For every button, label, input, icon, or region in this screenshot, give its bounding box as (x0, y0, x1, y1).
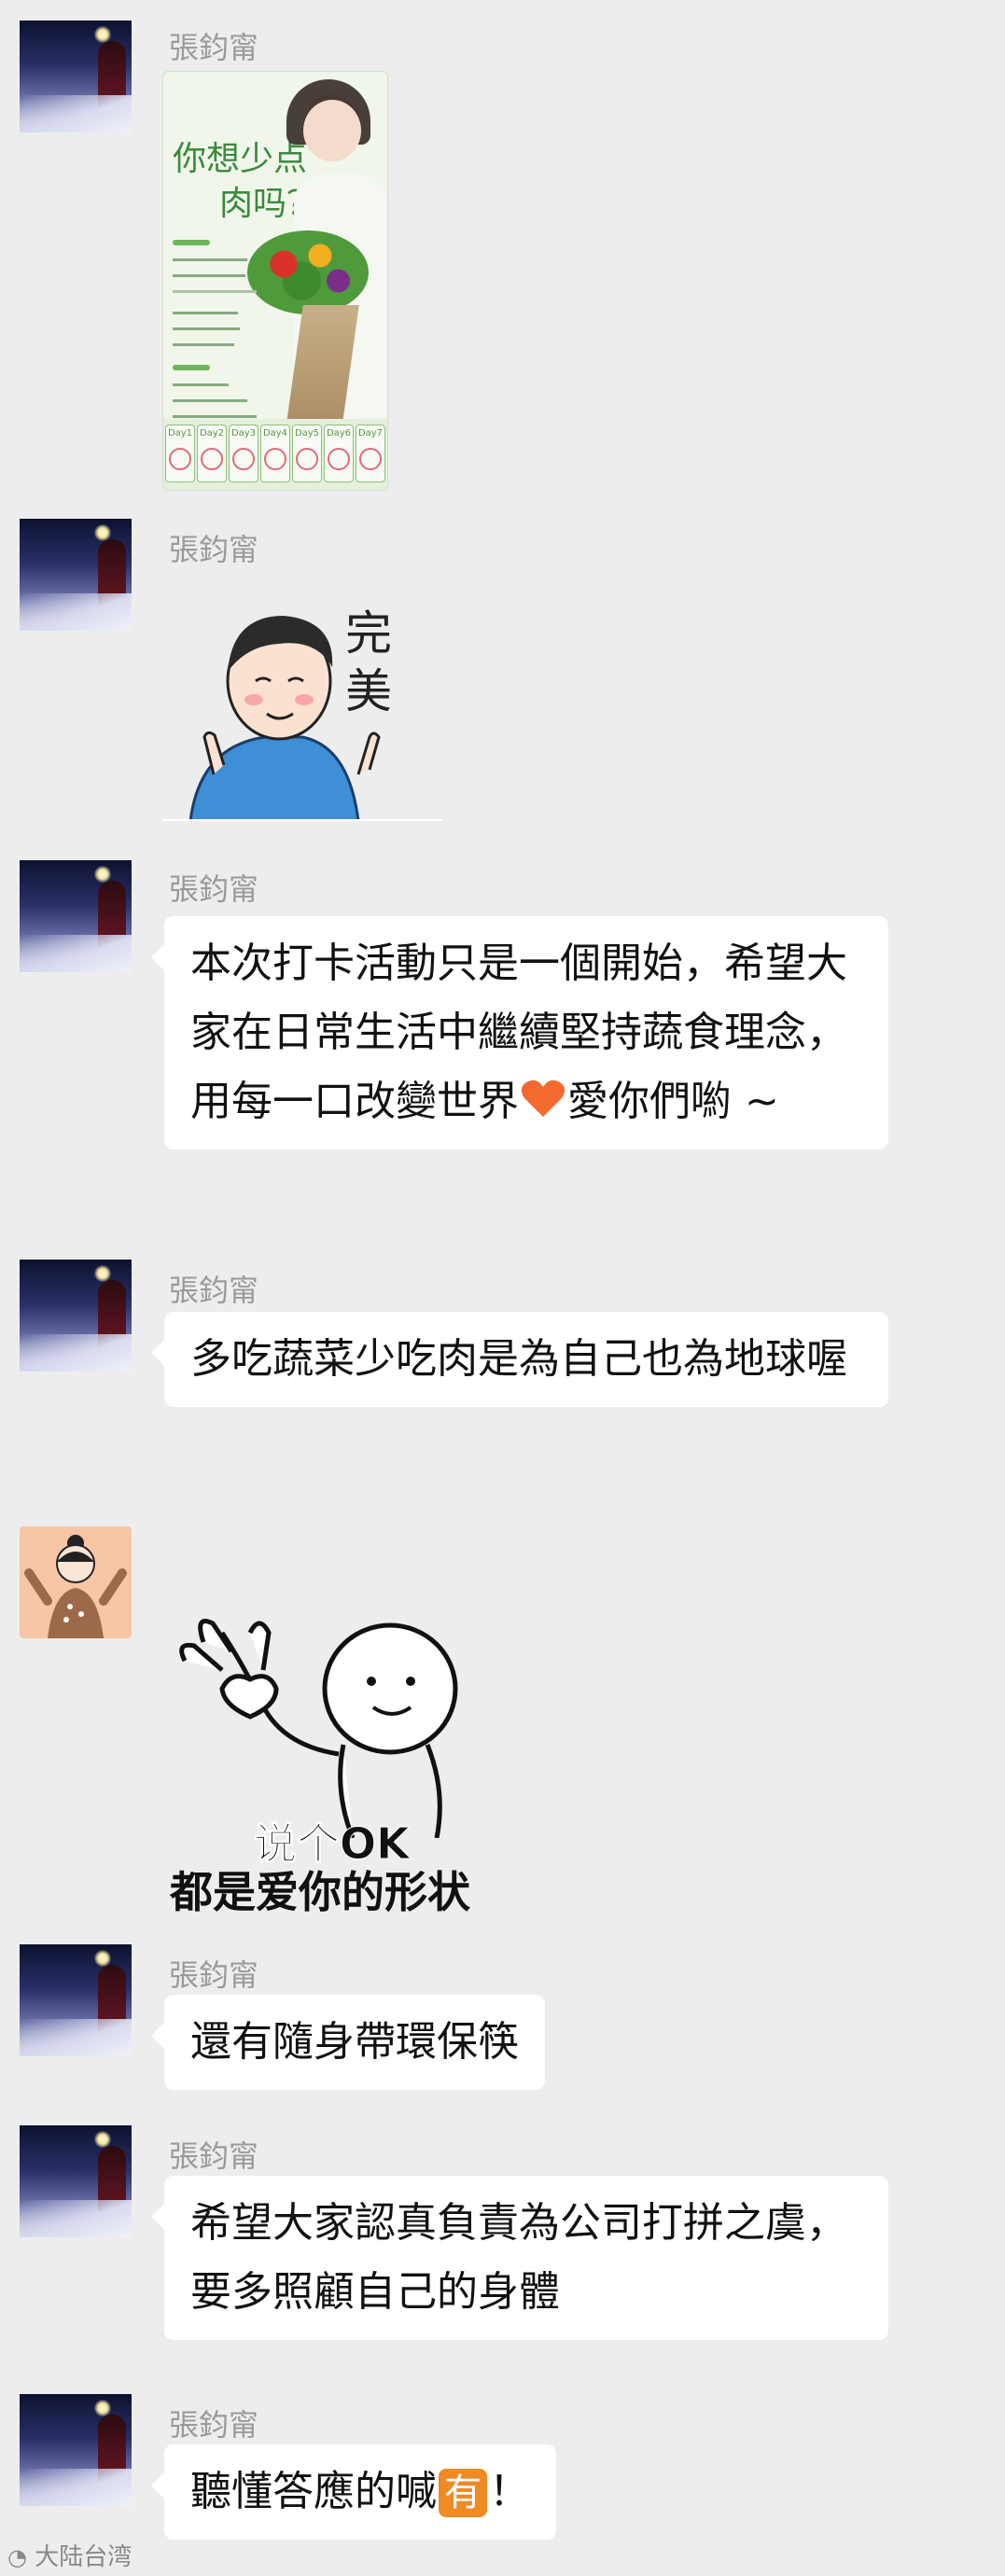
poster-day-stamp-icon (328, 448, 350, 470)
cartoon-girl-icon (24, 1535, 127, 1638)
boy-thumbs-icon (188, 616, 381, 823)
heart-emoji-icon (521, 1079, 565, 1117)
sender-name: 張鈞甯 (169, 2407, 259, 2443)
message-text: 多吃蔬菜少吃肉是為自己也為地球喔 (190, 1335, 847, 1383)
poster-day-label: Day3 (230, 428, 257, 439)
sticker-perfect-text: 完美 (345, 606, 392, 718)
message-bubble[interactable]: 多吃蔬菜少吃肉是為自己也為地球喔 (151, 1312, 888, 1407)
poster-day-label: Day7 (357, 428, 384, 439)
sender-name: 張鈞甯 (169, 1273, 259, 1308)
poster-day-cell: Day3 (229, 425, 258, 482)
sticker-ok-line2: 都是爱你的形状 (170, 1867, 470, 1917)
message-text-tail: 愛你們喲 ~ (567, 1078, 779, 1125)
message-text: 聽懂答應的喊 (190, 2468, 437, 2515)
poster-day-stamp-icon (169, 448, 191, 470)
poster-day-stamp-icon (264, 448, 286, 470)
avatar[interactable] (20, 1944, 132, 2056)
poster-day-cell: Day1 (165, 425, 195, 482)
avatar[interactable] (20, 2394, 132, 2506)
poster-day-cell: Day5 (292, 425, 322, 482)
poster-day-stamp-icon (359, 448, 382, 470)
poster-day-cell: Day4 (260, 425, 290, 482)
sender-name: 張鈞甯 (169, 30, 259, 65)
poster-day-label: Day6 (326, 428, 352, 439)
avatar[interactable] (20, 1260, 132, 1372)
poster-day-label: Day4 (262, 428, 288, 439)
poster-day-stamp-icon (296, 448, 318, 470)
message-text-end: ！ (489, 2468, 530, 2515)
message-bubble[interactable]: 希望大家認真負責為公司打拼之虞，要多照顧自己的身體 (151, 2176, 888, 2340)
poster-text-block (173, 240, 257, 431)
sender-name: 張鈞甯 (169, 2138, 259, 2174)
watermark-logo-icon: ◔ (7, 2544, 27, 2570)
message-bubble[interactable]: 還有隨身帶環保筷 (151, 1995, 545, 2090)
avatar-cartoon[interactable] (20, 1526, 132, 1638)
avatar[interactable] (20, 2125, 132, 2237)
sender-name: 張鈞甯 (169, 871, 259, 907)
poster-day-stamp-icon (232, 448, 255, 470)
poster-day-label: Day5 (294, 428, 320, 439)
avatar[interactable] (20, 519, 132, 631)
sender-name: 張鈞甯 (169, 532, 259, 567)
message-text: 希望大家認真負責為公司打拼之虞，要多照顧自己的身體 (190, 2199, 847, 2316)
sticker-perfect[interactable]: 完美 (162, 588, 442, 823)
poster-day-strip: Day1 Day2 Day3 Day4 Day5 Day6 Day7 (163, 419, 387, 490)
poster-face-front (303, 100, 361, 161)
message-text: 還有隨身帶環保筷 (190, 2018, 519, 2066)
watermark-text: 大陆台湾 (35, 2543, 133, 2571)
avatar[interactable] (20, 21, 132, 132)
ok-hand-figure-icon (179, 1619, 458, 1839)
poster-day-label: Day2 (199, 428, 225, 439)
poster-day-cell: Day7 (356, 425, 385, 482)
poster-image[interactable]: 你想少点 肉吗？ Day1 Day2 Day3 Day4 Day5 Day6 Day7 (162, 71, 388, 491)
divider (162, 819, 442, 821)
you-emoji-badge: 有 (439, 2469, 487, 2517)
sticker-ok[interactable]: 说个OK 都是爱你的形状 (166, 1605, 502, 1917)
message-bubble[interactable]: 聽懂答應的喊有！ (151, 2444, 556, 2540)
poster-day-label: Day1 (167, 428, 193, 439)
poster-day-cell: Day2 (197, 425, 227, 482)
sender-name: 張鈞甯 (169, 1957, 259, 1993)
avatar[interactable] (20, 860, 132, 972)
poster-day-stamp-icon (201, 448, 223, 470)
watermark: ◔ 大陆台湾 (7, 2538, 132, 2572)
message-bubble[interactable]: 本次打卡活動只是一個開始，希望大家在日常生活中繼續堅持蔬食理念，用每一口改變世界… (151, 916, 888, 1149)
poster-day-cell: Day6 (324, 425, 354, 482)
poster-bouquet (247, 230, 369, 314)
